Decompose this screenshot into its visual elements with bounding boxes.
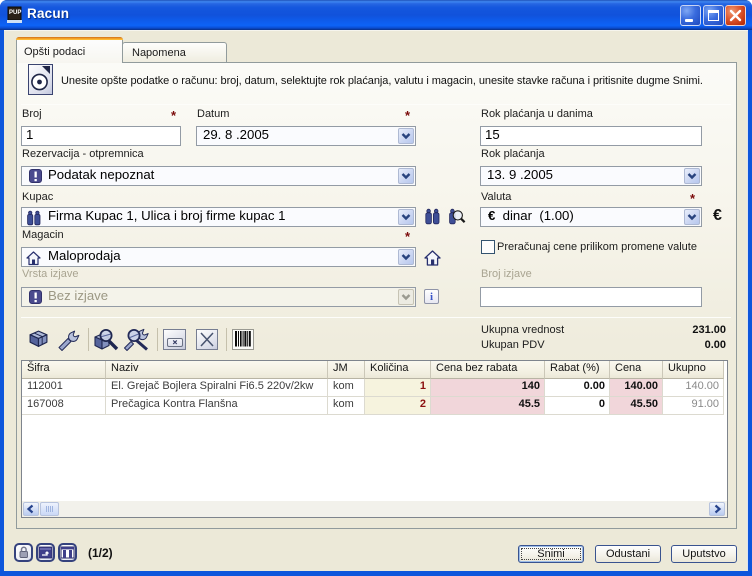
svg-text:PUP: PUP [9,10,21,16]
